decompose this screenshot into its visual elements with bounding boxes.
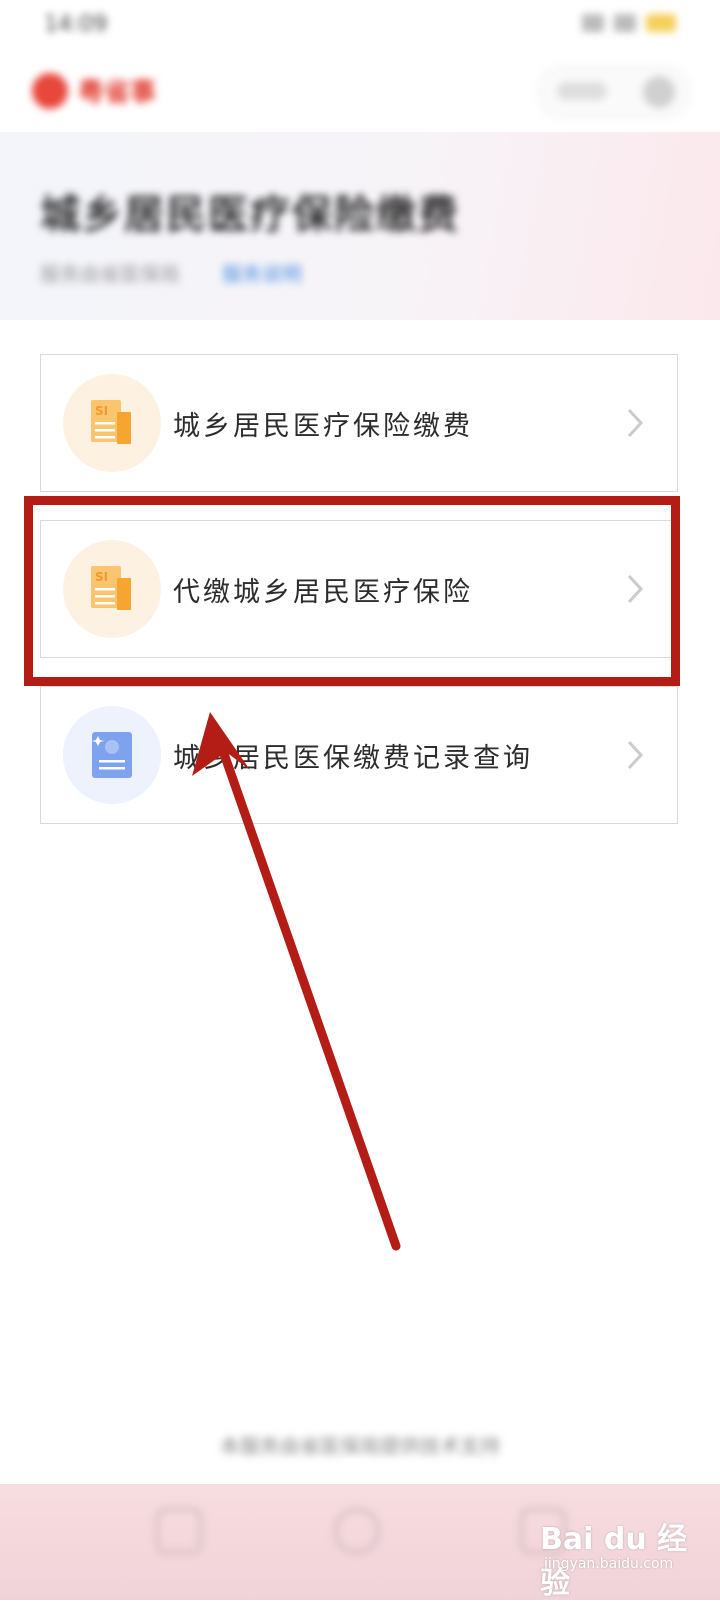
service-tab-icon[interactable] [334, 1508, 380, 1554]
battery-icon [646, 14, 676, 32]
chevron-right-icon [615, 735, 655, 775]
menu-item-proxy-pay-medical-insurance[interactable]: SI 代缴城乡居民医疗保险 [40, 520, 678, 658]
footer-note: 本服务由省医保局提供技术支持 [220, 1434, 500, 1458]
status-time: 14:09 [44, 12, 108, 37]
mini-program-capsule[interactable] [538, 66, 690, 118]
svg-text:SI: SI [95, 404, 108, 418]
svg-text:SI: SI [95, 570, 108, 584]
app-header: 粤省事 [0, 56, 720, 132]
close-icon[interactable] [643, 76, 675, 108]
menu-item-resident-medical-insurance-payment[interactable]: SI 城乡居民医疗保险缴费 [40, 354, 678, 492]
watermark: Bai du 经验 jingyan.baidu.com [540, 1490, 710, 1601]
page-banner: 城乡居民医疗保险缴费 服务由省医保局 服务说明 [0, 132, 720, 320]
menu-item-payment-record-query[interactable]: 城乡居民医保缴费记录查询 [40, 686, 678, 824]
logo-icon [32, 72, 68, 109]
status-icons [582, 14, 676, 32]
service-info-link[interactable]: 服务说明 [222, 258, 302, 287]
chevron-right-icon [615, 403, 655, 443]
menu-item-label: 城乡居民医疗保险缴费 [173, 410, 473, 442]
menu-item-label: 代缴城乡居民医疗保险 [173, 576, 473, 608]
wifi-icon [614, 14, 636, 32]
app-name: 粤省事 [78, 78, 157, 108]
signal-icon [582, 14, 604, 32]
document-si-icon: SI [63, 540, 161, 638]
banner-subtitle: 服务由省医保局 [40, 262, 180, 286]
document-si-icon: SI [63, 374, 161, 472]
page-title: 城乡居民医疗保险缴费 [40, 192, 460, 238]
more-icon[interactable] [557, 82, 607, 100]
record-book-icon [63, 706, 161, 804]
watermark-url: jingyan.baidu.com [544, 1556, 674, 1572]
app-logo: 粤省事 [32, 72, 156, 109]
status-bar: 14:09 [0, 0, 720, 56]
menu-item-label: 城乡居民医保缴费记录查询 [173, 742, 533, 774]
home-tab-icon[interactable] [156, 1508, 202, 1554]
chevron-right-icon [615, 569, 655, 609]
